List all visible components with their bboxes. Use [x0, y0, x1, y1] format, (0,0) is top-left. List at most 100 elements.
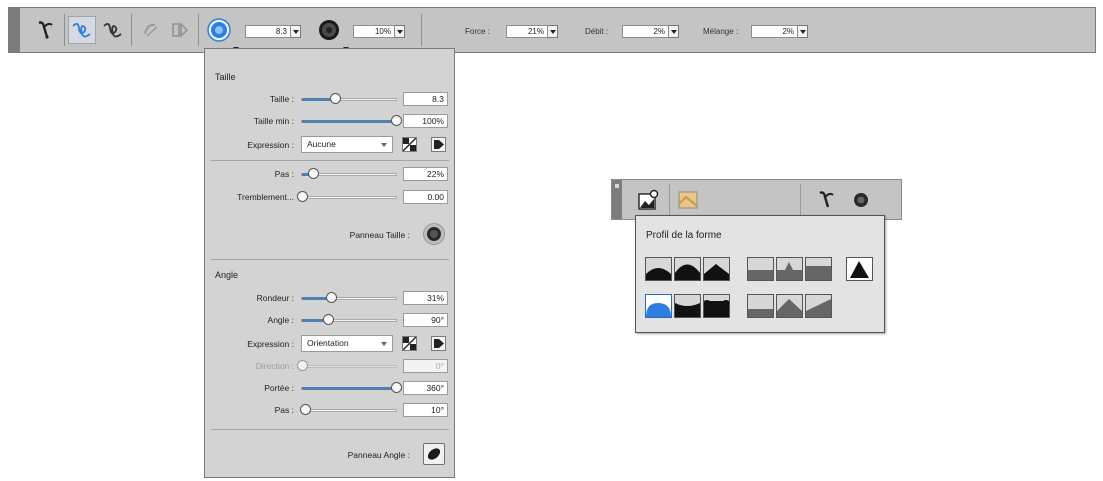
- force-dropdown-icon[interactable]: [548, 25, 558, 38]
- expression-dropdown-icon[interactable]: [381, 143, 387, 147]
- panneau-angle-label: Panneau Angle :: [347, 450, 410, 460]
- taille-min-slider-fill: [302, 120, 396, 123]
- brush-opacity-preview-icon[interactable]: [315, 15, 343, 45]
- taille-min-slider[interactable]: [301, 115, 402, 126]
- expression-angle-dropdown-icon[interactable]: [381, 342, 387, 346]
- pas-slider-thumb[interactable]: [308, 168, 320, 179]
- pressure-curve-icon[interactable]: [402, 137, 417, 152]
- force-label: Force :: [465, 27, 490, 36]
- profile-tile[interactable]: [747, 257, 774, 281]
- taille-field[interactable]: 8.3: [403, 92, 448, 106]
- angle-field[interactable]: 90°: [403, 313, 448, 327]
- profile-tile[interactable]: [805, 257, 832, 281]
- portee-slider-fill: [302, 387, 396, 390]
- pas-angle-label: Pas :: [274, 405, 294, 415]
- melange-dropdown-icon[interactable]: [798, 25, 808, 38]
- panneau-taille-button[interactable]: [423, 223, 445, 245]
- pas-angle-field[interactable]: 10°: [403, 403, 448, 417]
- brush-size-spinner[interactable]: 8.3: [245, 25, 301, 38]
- rondeur-slider-thumb[interactable]: [326, 292, 338, 303]
- texture-button[interactable]: [673, 185, 703, 215]
- expression-settings-arrow-icon[interactable]: [431, 137, 446, 152]
- line-stroke-icon[interactable]: [99, 15, 127, 45]
- brush-tool-mini-icon[interactable]: [812, 185, 842, 215]
- texture-icon: [678, 191, 698, 209]
- pas-angle-slider[interactable]: [299, 404, 397, 415]
- profile-tile[interactable]: [776, 257, 803, 281]
- angle-curve-icon[interactable]: [402, 336, 417, 351]
- mini-toolbar-grip[interactable]: [612, 180, 622, 219]
- brush-size-preview-icon[interactable]: [205, 15, 233, 45]
- tremblement-field[interactable]: 0.00: [403, 190, 448, 204]
- profile-tile[interactable]: [674, 294, 701, 318]
- debit-spinner[interactable]: 2%: [622, 25, 679, 38]
- portee-field[interactable]: 360°: [403, 381, 448, 395]
- direction-slider[interactable]: [297, 360, 397, 371]
- pas-label: Pas :: [274, 169, 294, 179]
- pas-field[interactable]: 22%: [403, 167, 448, 181]
- section-divider: [211, 259, 449, 260]
- rondeur-field[interactable]: 31%: [403, 291, 448, 305]
- panneau-angle-button[interactable]: [423, 443, 445, 465]
- tremblement-slider[interactable]: [297, 191, 397, 202]
- shape-profile-title: Profil de la forme: [646, 230, 722, 241]
- brush-opacity-spinner[interactable]: 10%: [353, 25, 405, 38]
- profile-tile[interactable]: [703, 257, 730, 281]
- freehand-stroke-icon[interactable]: [68, 15, 96, 45]
- force-value[interactable]: 21%: [506, 25, 548, 38]
- debit-dropdown-icon[interactable]: [669, 25, 679, 38]
- angle-label: Angle :: [267, 315, 294, 325]
- portee-slider-thumb[interactable]: [391, 382, 402, 393]
- taille-min-slider-thumb[interactable]: [391, 115, 402, 126]
- expression-angle-arrow-icon[interactable]: [431, 336, 446, 351]
- toolbar-grip[interactable]: [9, 8, 20, 52]
- profile-tile[interactable]: [674, 257, 701, 281]
- pas-slider[interactable]: [301, 168, 397, 179]
- debit-value[interactable]: 2%: [622, 25, 669, 38]
- taille-section-title: Taille: [215, 72, 236, 82]
- angle-slider-thumb[interactable]: [323, 314, 335, 325]
- brush-tool-icon[interactable]: [31, 15, 59, 45]
- direction-slider-thumb[interactable]: [297, 360, 308, 371]
- brush-size-value[interactable]: 8.3: [245, 25, 291, 38]
- expression-angle-select[interactable]: Orientation: [301, 335, 393, 352]
- force-spinner[interactable]: 21%: [506, 25, 558, 38]
- rondeur-slider[interactable]: [301, 292, 397, 303]
- shape-profile-icon: [638, 189, 659, 210]
- profile-tile-selected[interactable]: [645, 294, 672, 318]
- profile-tile[interactable]: [747, 294, 774, 318]
- brush-settings-gear-icon[interactable]: [846, 185, 876, 215]
- symmetry-icon[interactable]: [166, 15, 194, 45]
- expression-label: Expression :: [247, 140, 294, 150]
- expression-select[interactable]: Aucune: [301, 136, 393, 153]
- toolbar-separator: [421, 14, 422, 46]
- melange-spinner[interactable]: 2%: [751, 25, 808, 38]
- expression-angle-select-value: Orientation: [307, 338, 349, 348]
- portee-slider[interactable]: [301, 382, 402, 393]
- taille-min-field[interactable]: 100%: [403, 114, 448, 128]
- shape-profile-flyout: Profil de la forme: [635, 215, 885, 333]
- profile-tile[interactable]: [776, 294, 803, 318]
- rondeur-label: Rondeur :: [256, 293, 294, 303]
- profile-tile[interactable]: [645, 257, 672, 281]
- shape-profile-button[interactable]: [634, 185, 664, 215]
- direction-field[interactable]: 0°: [403, 359, 448, 373]
- eraser-stroke-icon[interactable]: [137, 15, 165, 45]
- angle-slider[interactable]: [301, 314, 397, 325]
- brush-opacity-value[interactable]: 10%: [353, 25, 395, 38]
- brush-opacity-dropdown-icon[interactable]: [395, 25, 405, 38]
- shape-mini-toolbar: [611, 179, 902, 220]
- taille-slider[interactable]: [301, 93, 397, 104]
- profile-tile[interactable]: [703, 294, 730, 318]
- profile-tile[interactable]: [846, 257, 873, 281]
- profile-tile[interactable]: [805, 294, 832, 318]
- melange-value[interactable]: 2%: [751, 25, 798, 38]
- section-divider: [211, 160, 449, 161]
- brush-size-dropdown-icon[interactable]: [291, 25, 301, 38]
- taille-slider-thumb[interactable]: [329, 93, 341, 104]
- tremblement-slider-thumb[interactable]: [297, 191, 308, 202]
- brush-settings-popover: Taille Taille : 8.3 Taille min : 100% Ex…: [204, 48, 455, 478]
- pas-angle-slider-thumb[interactable]: [299, 404, 311, 415]
- mini-toolbar-separator: [800, 184, 801, 216]
- toolbar-separator: [131, 14, 132, 46]
